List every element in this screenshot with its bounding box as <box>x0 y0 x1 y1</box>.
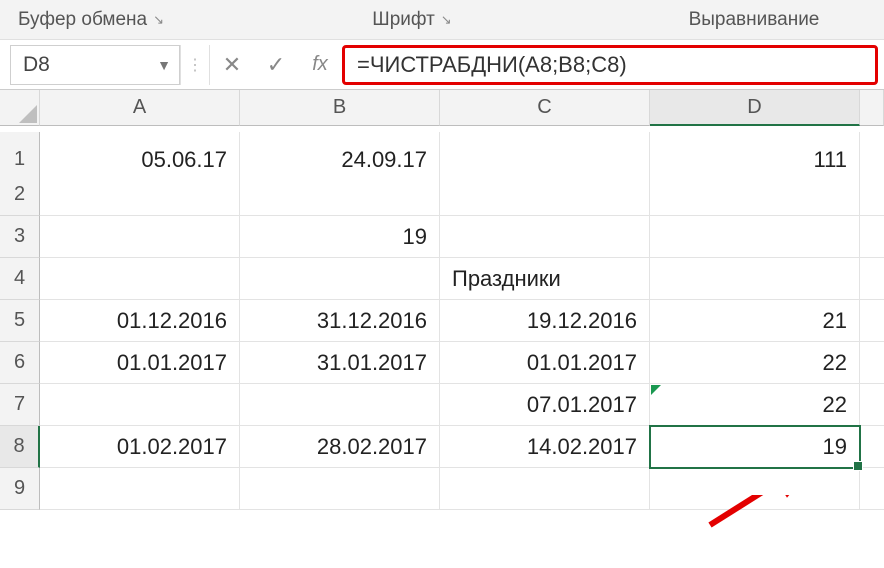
cancel-formula-button[interactable]: ✕ <box>210 45 254 85</box>
name-box-value: D8 <box>23 53 50 77</box>
cell-E3[interactable] <box>860 216 884 258</box>
col-header-B[interactable]: B <box>240 90 440 126</box>
ribbon-group-clipboard: Буфер обмена ↘ <box>0 0 200 39</box>
formula-bar: D8 ▼ ⋮ ✕ ✓ fx =ЧИСТРАБДНИ(A8;B8;C8) <box>0 40 884 90</box>
cell-A9[interactable] <box>40 468 240 510</box>
cell-D4[interactable] <box>650 258 860 300</box>
row-header-2[interactable]: 2 <box>0 174 40 216</box>
cell-E2[interactable] <box>860 174 884 216</box>
cell-B4[interactable] <box>240 258 440 300</box>
ribbon-group-font: Шрифт ↘ <box>200 0 624 39</box>
cell-C7[interactable]: 07.01.2017 <box>440 384 650 426</box>
cell-B8[interactable]: 28.02.2017 <box>240 426 440 468</box>
cell-D9[interactable] <box>650 468 860 510</box>
cell-E5[interactable] <box>860 300 884 342</box>
cell-D3[interactable] <box>650 216 860 258</box>
cell-D8[interactable]: 19 <box>650 426 860 468</box>
cell-B6[interactable]: 31.01.2017 <box>240 342 440 384</box>
cell-E9[interactable] <box>860 468 884 510</box>
ribbon-label: Выравнивание <box>689 9 820 31</box>
ribbon-label: Шрифт <box>372 9 435 31</box>
chevron-down-icon[interactable]: ▼ <box>157 57 171 73</box>
cell-A6[interactable]: 01.01.2017 <box>40 342 240 384</box>
formula-text: =ЧИСТРАБДНИ(A8;B8;C8) <box>357 52 627 78</box>
cell-C6[interactable]: 01.01.2017 <box>440 342 650 384</box>
cell-B5[interactable]: 31.12.2016 <box>240 300 440 342</box>
name-box[interactable]: D8 ▼ <box>10 45 180 85</box>
ribbon-group-labels: Буфер обмена ↘ Шрифт ↘ Выравнивание <box>0 0 884 40</box>
cell-A5[interactable]: 01.12.2016 <box>40 300 240 342</box>
cell-D2[interactable] <box>650 174 860 216</box>
check-icon: ✓ <box>267 52 285 78</box>
cell-C5[interactable]: 19.12.2016 <box>440 300 650 342</box>
cell-B2[interactable] <box>240 174 440 216</box>
cell-E8[interactable] <box>860 426 884 468</box>
cell-A4[interactable] <box>40 258 240 300</box>
row-header-8[interactable]: 8 <box>0 426 40 468</box>
row-header-3[interactable]: 3 <box>0 216 40 258</box>
cell-E4[interactable] <box>860 258 884 300</box>
ribbon-label: Буфер обмена <box>18 9 147 31</box>
cell-D6[interactable]: 22 <box>650 342 860 384</box>
row-header-4[interactable]: 4 <box>0 258 40 300</box>
cell-B7[interactable] <box>240 384 440 426</box>
fx-icon: fx <box>312 53 328 76</box>
cell-B3[interactable]: 19 <box>240 216 440 258</box>
col-header-E-edge[interactable] <box>860 90 884 126</box>
dialog-launcher-icon[interactable]: ↘ <box>153 12 164 28</box>
cell-C2[interactable] <box>440 174 650 216</box>
dialog-launcher-icon[interactable]: ↘ <box>441 12 452 28</box>
row-header-6[interactable]: 6 <box>0 342 40 384</box>
close-icon: ✕ <box>223 52 241 78</box>
row-header-9[interactable]: 9 <box>0 468 40 510</box>
row-header-5[interactable]: 5 <box>0 300 40 342</box>
worksheet-grid[interactable]: A B C D 1 05.06.17 24.09.17 111 2 3 19 4… <box>0 90 884 510</box>
col-header-C[interactable]: C <box>440 90 650 126</box>
cell-C4[interactable]: Праздники <box>440 258 650 300</box>
cell-C3[interactable] <box>440 216 650 258</box>
col-header-A[interactable]: A <box>40 90 240 126</box>
cell-E7[interactable] <box>860 384 884 426</box>
select-all-corner[interactable] <box>0 90 40 126</box>
cell-B9[interactable] <box>240 468 440 510</box>
cell-C9[interactable] <box>440 468 650 510</box>
separator: ⋮ <box>180 45 210 85</box>
cell-A3[interactable] <box>40 216 240 258</box>
cell-D7[interactable]: 22 <box>650 384 860 426</box>
row-header-7[interactable]: 7 <box>0 384 40 426</box>
col-header-D[interactable]: D <box>650 90 860 126</box>
cell-C8[interactable]: 14.02.2017 <box>440 426 650 468</box>
formula-input[interactable]: =ЧИСТРАБДНИ(A8;B8;C8) <box>342 45 878 85</box>
cell-D5[interactable]: 21 <box>650 300 860 342</box>
cell-E6[interactable] <box>860 342 884 384</box>
insert-function-button[interactable]: fx <box>298 45 342 85</box>
cell-A2[interactable] <box>40 174 240 216</box>
cell-A7[interactable] <box>40 384 240 426</box>
enter-formula-button[interactable]: ✓ <box>254 45 298 85</box>
ribbon-group-alignment: Выравнивание <box>624 0 884 39</box>
cell-A8[interactable]: 01.02.2017 <box>40 426 240 468</box>
